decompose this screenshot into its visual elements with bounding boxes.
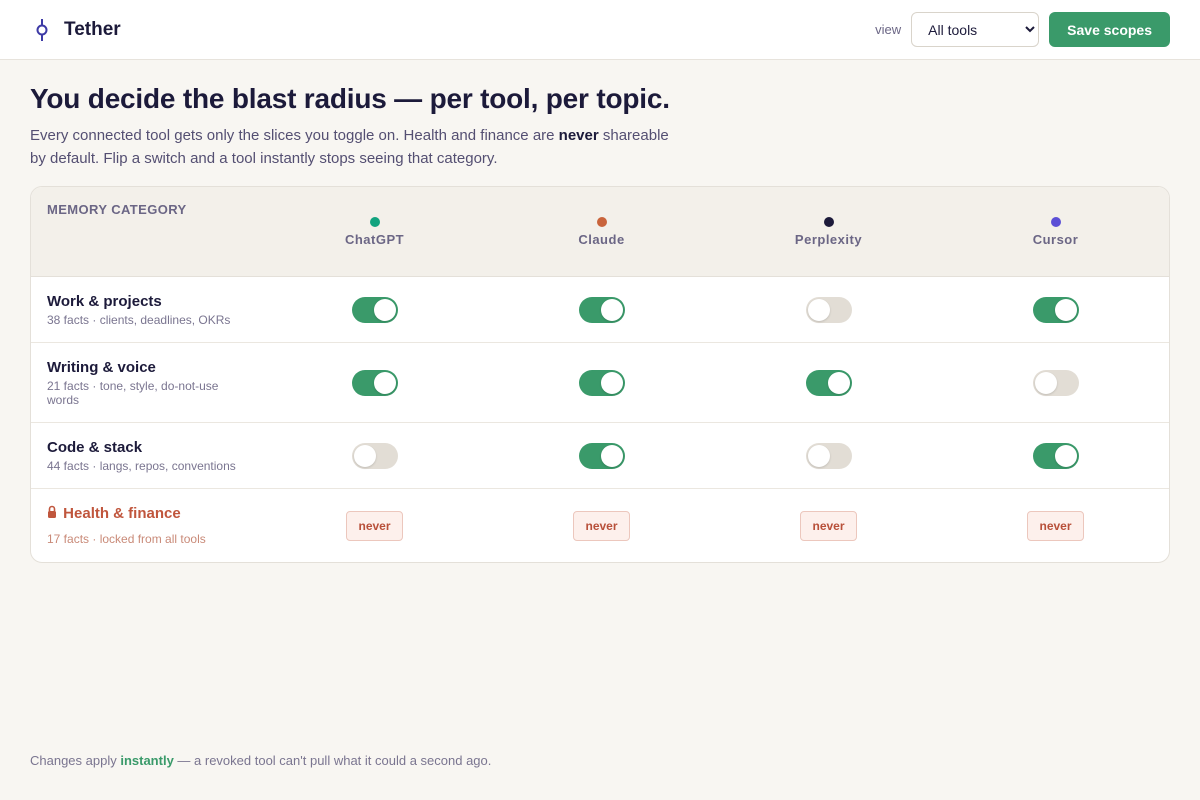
toggle-writing-chatgpt[interactable] bbox=[351, 369, 398, 396]
view-select[interactable]: All tools bbox=[911, 12, 1040, 47]
toggle-work-cursor[interactable] bbox=[1032, 296, 1079, 323]
toggle-knob bbox=[600, 298, 623, 321]
toggle-code-claude[interactable] bbox=[578, 442, 625, 469]
save-scopes-button[interactable]: Save scopes bbox=[1049, 12, 1170, 47]
toggle-work-perplexity[interactable] bbox=[805, 296, 852, 323]
category-row-health-finance: Health & finance 17 facts · locked from … bbox=[31, 489, 1169, 562]
toggle-code-chatgpt[interactable] bbox=[351, 442, 398, 469]
perplexity-color-dot bbox=[823, 217, 834, 227]
toggle-work-chatgpt[interactable] bbox=[351, 296, 398, 323]
footer-text-1: Changes apply bbox=[30, 753, 121, 768]
toggle-writing-cursor[interactable] bbox=[1032, 369, 1079, 396]
toggle-knob bbox=[600, 444, 623, 467]
tool-header-perplexity: Perplexity bbox=[715, 187, 942, 276]
description-text-1: Every connected tool gets only the slice… bbox=[30, 127, 559, 144]
category-subtitle: 17 facts · locked from all tools bbox=[47, 532, 206, 546]
header-controls: view All tools Save scopes bbox=[875, 12, 1170, 47]
category-title: Code & stack bbox=[47, 438, 143, 456]
category-title: Work & projects bbox=[47, 292, 162, 310]
toggle-knob bbox=[1054, 298, 1077, 321]
footer-text-2: — a revoked tool can't pull what it coul… bbox=[173, 753, 492, 768]
brand[interactable]: Tether bbox=[32, 18, 121, 42]
footer-emphasis: instantly bbox=[120, 753, 174, 768]
toggle-writing-perplexity[interactable] bbox=[805, 369, 852, 396]
lock-icon bbox=[48, 505, 56, 518]
toggle-writing-claude[interactable] bbox=[578, 369, 625, 396]
toggle-knob bbox=[827, 371, 850, 394]
toggle-code-perplexity[interactable] bbox=[805, 442, 852, 469]
scope-matrix: MEMORY CATEGORY ChatGPT Claude Perplexit… bbox=[30, 186, 1170, 563]
tool-name-claude: Claude bbox=[578, 232, 625, 247]
toggle-knob bbox=[1054, 444, 1077, 467]
category-row-work: Work & projects 38 facts · clients, dead… bbox=[31, 277, 1169, 343]
toggle-knob bbox=[373, 298, 396, 321]
category-subtitle: 38 facts · clients, deadlines, OKRs bbox=[47, 312, 231, 327]
footer-note: Changes apply instantly — a revoked tool… bbox=[30, 753, 491, 768]
toggle-knob bbox=[353, 444, 376, 467]
category-row-code: Code & stack 44 facts · langs, repos, co… bbox=[31, 423, 1169, 489]
cursor-color-dot bbox=[1050, 217, 1061, 227]
top-bar: Tether view All tools Save scopes bbox=[0, 0, 1200, 60]
never-badge: never bbox=[800, 510, 857, 541]
toggle-work-claude[interactable] bbox=[578, 296, 625, 323]
view-label: view bbox=[875, 22, 902, 37]
tool-header-chatgpt: ChatGPT bbox=[261, 187, 488, 276]
description-emphasis: never bbox=[558, 127, 599, 144]
chatgpt-color-dot bbox=[369, 217, 380, 227]
app-name: Tether bbox=[64, 18, 121, 40]
tool-header-cursor: Cursor bbox=[942, 187, 1169, 276]
tether-logo-icon bbox=[36, 18, 48, 41]
tool-name-perplexity: Perplexity bbox=[794, 232, 863, 247]
toggle-knob bbox=[1034, 371, 1057, 394]
category-title: Health & finance bbox=[63, 505, 181, 522]
category-subtitle: 21 facts · tone, style, do-not-use words bbox=[47, 378, 219, 407]
tool-name-cursor: Cursor bbox=[1032, 232, 1079, 247]
tool-name-chatgpt: ChatGPT bbox=[344, 232, 405, 247]
category-row-writing: Writing & voice 21 facts · tone, style, … bbox=[31, 343, 1169, 423]
hero: You decide the blast radius — per tool, … bbox=[0, 60, 1200, 170]
never-badge: never bbox=[573, 510, 630, 541]
tool-header-claude: Claude bbox=[488, 187, 715, 276]
matrix-header: MEMORY CATEGORY ChatGPT Claude Perplexit… bbox=[31, 187, 1169, 277]
toggle-knob bbox=[807, 298, 830, 321]
toggle-knob bbox=[807, 444, 830, 467]
category-column-header: MEMORY CATEGORY bbox=[47, 202, 187, 217]
toggle-knob bbox=[600, 371, 623, 394]
toggle-code-cursor[interactable] bbox=[1032, 442, 1079, 469]
category-subtitle: 44 facts · langs, repos, conventions bbox=[47, 458, 236, 473]
never-badge: never bbox=[346, 510, 403, 541]
page-title: You decide the blast radius — per tool, … bbox=[30, 83, 670, 114]
page-description: Every connected tool gets only the slice… bbox=[30, 124, 680, 170]
category-title: Writing & voice bbox=[47, 358, 156, 376]
toggle-knob bbox=[373, 371, 396, 394]
never-badge: never bbox=[1027, 510, 1084, 541]
claude-color-dot bbox=[596, 217, 607, 227]
